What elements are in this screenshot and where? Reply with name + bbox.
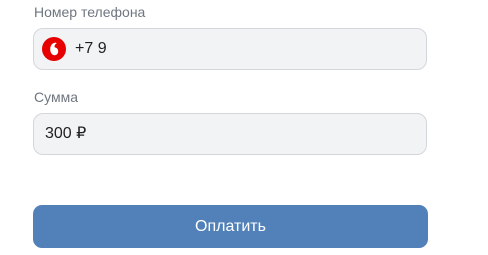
phone-number-value: +7 9 xyxy=(75,40,107,57)
amount-label: Сумма xyxy=(34,89,78,105)
amount-value: 300 ₽ xyxy=(45,125,87,142)
vodafone-logo-icon xyxy=(42,37,66,61)
amount-field[interactable]: 300 ₽ xyxy=(33,113,427,155)
pay-button[interactable]: Оплатить xyxy=(33,205,428,248)
phone-number-label: Номер телефона xyxy=(34,4,146,20)
phone-number-field[interactable]: +7 9 xyxy=(33,28,427,70)
